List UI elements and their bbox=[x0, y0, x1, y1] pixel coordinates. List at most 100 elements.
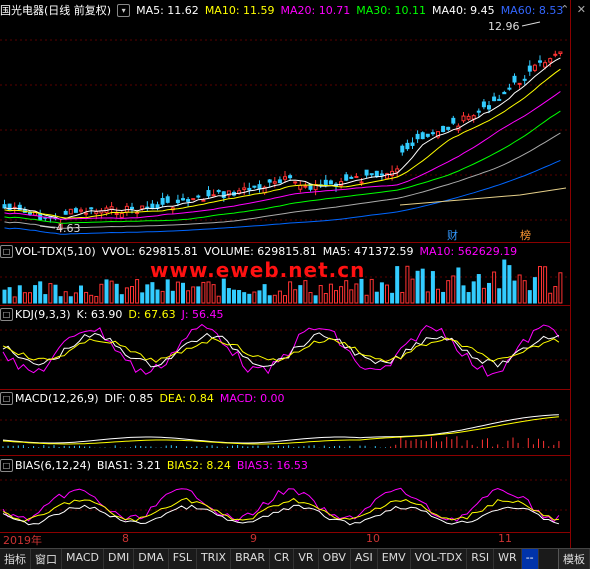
vol-title[interactable]: VOL-TDX(5,10) bbox=[15, 245, 96, 258]
volume-bar bbox=[262, 284, 267, 304]
volume-bar bbox=[43, 294, 48, 304]
volume-bar bbox=[242, 292, 247, 304]
volume-bar bbox=[502, 259, 507, 304]
candle-body bbox=[114, 213, 119, 216]
volume-bar bbox=[114, 283, 119, 304]
tab-emv[interactable]: EMV bbox=[378, 549, 411, 569]
volume-bar bbox=[165, 279, 170, 304]
date-year-label: 2019年 bbox=[3, 534, 42, 547]
volume-bar bbox=[487, 282, 491, 304]
bias2-value: BIAS2: 8.24 bbox=[166, 459, 231, 472]
volume-bar bbox=[201, 281, 206, 304]
panel-menu-icon[interactable]: □ bbox=[0, 308, 13, 321]
panel-menu-icon[interactable]: □ bbox=[0, 245, 13, 258]
volume-bar bbox=[354, 283, 359, 304]
volume-bar bbox=[527, 290, 532, 304]
more-tabs-button[interactable]: -- bbox=[521, 549, 539, 569]
tab-wr[interactable]: WR bbox=[494, 549, 522, 569]
volume-bar bbox=[420, 268, 425, 304]
candle-body bbox=[191, 198, 196, 201]
volume-bar bbox=[558, 272, 563, 304]
close-icon[interactable]: ✕ bbox=[577, 3, 586, 16]
volume-bar bbox=[175, 281, 180, 304]
tab-asi[interactable]: ASI bbox=[351, 549, 378, 569]
tab-dma[interactable]: DMA bbox=[134, 549, 169, 569]
ma-line bbox=[4, 57, 561, 221]
indicator-lines bbox=[2, 323, 560, 526]
volume-bar bbox=[446, 280, 451, 304]
tab-macd[interactable]: MACD bbox=[62, 549, 104, 569]
tab-rsi[interactable]: RSI bbox=[467, 549, 495, 569]
macd-title[interactable]: MACD(12,26,9) bbox=[15, 392, 99, 405]
tab-trix[interactable]: TRIX bbox=[197, 549, 232, 569]
volume-bar bbox=[135, 279, 140, 304]
candle-body bbox=[206, 190, 211, 197]
vol-ma10-value: MA10: 562629.19 bbox=[419, 245, 518, 258]
candle-body bbox=[135, 211, 140, 214]
candle-body bbox=[415, 133, 420, 140]
volume-bar bbox=[196, 286, 201, 304]
candle-body bbox=[364, 169, 369, 176]
tab-cr[interactable]: CR bbox=[270, 549, 295, 569]
volume-bar bbox=[33, 285, 38, 304]
bias-title[interactable]: BIAS(6,12,24) bbox=[15, 459, 91, 472]
volume-bar bbox=[89, 294, 94, 304]
candle-body bbox=[354, 176, 359, 179]
vvol-value: VVOL: 629815.81 bbox=[101, 245, 199, 258]
candle-body bbox=[497, 98, 502, 101]
high-price-label: 12.96 bbox=[488, 20, 520, 33]
tab-dmi[interactable]: DMI bbox=[104, 549, 135, 569]
tab-vol-tdx[interactable]: VOL-TDX bbox=[411, 549, 468, 569]
kdj-j-value: J: 56.45 bbox=[181, 308, 224, 321]
volume-bar bbox=[22, 292, 27, 304]
kdj-k-line bbox=[2, 332, 560, 368]
tab-window[interactable]: 窗口 bbox=[31, 549, 62, 569]
tab-brar[interactable]: BRAR bbox=[231, 549, 271, 569]
volume-bar bbox=[517, 274, 522, 304]
date-tick-9: 9 bbox=[250, 532, 257, 545]
volume-bar bbox=[186, 290, 191, 304]
candle-body bbox=[2, 204, 7, 209]
candle-body bbox=[430, 132, 435, 135]
volume-bar bbox=[298, 285, 303, 304]
candle-body bbox=[344, 174, 349, 181]
volume-bar bbox=[277, 290, 282, 304]
candle-body bbox=[247, 187, 252, 191]
tab-vr[interactable]: VR bbox=[294, 549, 319, 569]
candle-body bbox=[461, 115, 466, 122]
macd-macd-value: MACD: 0.00 bbox=[219, 392, 285, 405]
event-marker-finance[interactable]: 财 bbox=[447, 228, 458, 242]
candle-body bbox=[323, 179, 328, 186]
tab-obv[interactable]: OBV bbox=[319, 549, 351, 569]
volume-bar bbox=[451, 275, 456, 304]
kdj-k-value: K: 63.90 bbox=[76, 308, 123, 321]
candle-body bbox=[441, 125, 446, 132]
panel-menu-icon[interactable]: □ bbox=[0, 459, 13, 472]
macd-dea-line bbox=[2, 416, 559, 445]
candle-body bbox=[512, 75, 517, 83]
volume-bar bbox=[410, 278, 415, 304]
macd-dif-line bbox=[2, 414, 559, 444]
volume-bar bbox=[476, 274, 481, 304]
candle-body bbox=[538, 60, 542, 63]
volume-bar bbox=[247, 293, 252, 304]
volume-bar bbox=[257, 290, 262, 304]
template-button[interactable]: 模板 bbox=[558, 549, 590, 569]
panel-menu-icon[interactable]: □ bbox=[0, 392, 13, 405]
tab-indicator[interactable]: 指标 bbox=[0, 549, 31, 569]
volume-bar bbox=[538, 266, 542, 304]
volume-bar bbox=[267, 295, 272, 304]
event-marker-ranking[interactable]: 榜 bbox=[520, 228, 531, 242]
volume-bar bbox=[318, 285, 323, 304]
volume-bar bbox=[349, 289, 354, 304]
candle-body bbox=[84, 212, 89, 215]
volume-bar bbox=[492, 271, 497, 304]
candle-body bbox=[252, 185, 257, 188]
tab-fsl[interactable]: FSL bbox=[169, 549, 197, 569]
volume-bar bbox=[308, 292, 313, 304]
candle-body bbox=[68, 208, 73, 215]
candle-body bbox=[492, 96, 497, 102]
candle-body bbox=[374, 170, 379, 177]
candle-body bbox=[543, 62, 548, 68]
kdj-title[interactable]: KDJ(9,3,3) bbox=[15, 308, 71, 321]
